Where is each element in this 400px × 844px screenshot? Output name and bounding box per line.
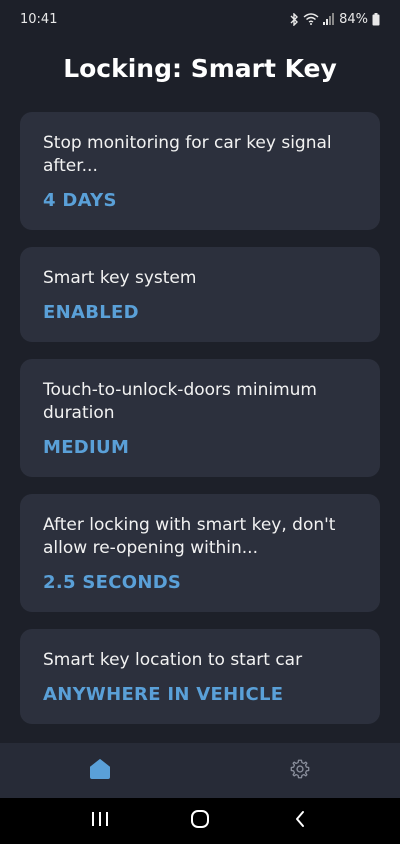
setting-key-location-start[interactable]: Smart key location to start car ANYWHERE… [20,629,380,724]
battery-icon [372,12,380,26]
app-screen: 10:41 84% Locking: Smart Key Stop monito… [0,0,400,844]
settings-list: Stop monitoring for car key signal after… [20,112,380,741]
setting-value: ANYWHERE IN VEHICLE [43,684,284,705]
status-icons: 84% [289,12,380,27]
home-icon [89,758,111,784]
nav-settings[interactable] [200,743,400,798]
setting-key-signal-timeout[interactable]: Stop monitoring for car key signal after… [20,112,380,230]
system-nav-bar [0,798,400,844]
setting-value: 4 DAYS [43,190,117,211]
back-icon [294,810,306,832]
setting-touch-unlock-duration[interactable]: Touch-to-unlock-doors minimum duration M… [20,359,380,477]
bottom-nav [0,743,400,798]
setting-label: Touch-to-unlock-doors minimum duration [43,380,317,423]
battery-percent: 84% [339,11,368,27]
signal-icon [323,13,335,25]
status-bar: 10:41 84% [0,0,400,38]
back-button[interactable] [280,801,320,841]
setting-value: ENABLED [43,302,139,323]
setting-label: Smart key system [43,268,197,288]
setting-value: MEDIUM [43,437,130,458]
bluetooth-icon [289,12,299,26]
nav-home[interactable] [0,743,200,798]
page-title: Locking: Smart Key [63,54,337,83]
home-circle-icon [190,809,210,833]
setting-label: After locking with smart key, don't allo… [43,515,336,558]
wifi-icon [303,13,319,25]
setting-reopen-delay[interactable]: After locking with smart key, don't allo… [20,494,380,612]
setting-smart-key-system[interactable]: Smart key system ENABLED [20,247,380,342]
setting-value: 2.5 SECONDS [43,572,182,593]
status-time: 10:41 [20,11,58,27]
setting-label: Smart key location to start car [43,650,303,670]
recents-icon [91,811,109,831]
system-home-button[interactable] [180,801,220,841]
recents-button[interactable] [80,801,120,841]
gear-icon [289,758,311,784]
setting-label: Stop monitoring for car key signal after… [43,133,332,176]
